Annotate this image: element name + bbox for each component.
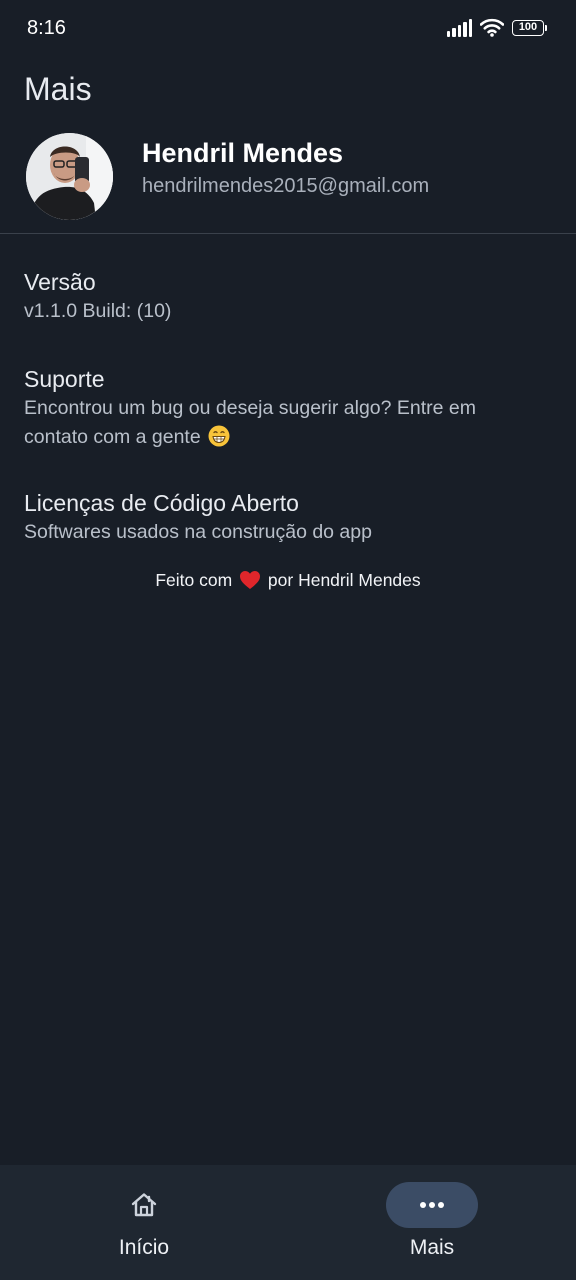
battery-icon: 100 [512, 19, 547, 36]
profile-email: hendrilmendes2015@gmail.com [142, 175, 430, 197]
home-icon [130, 1192, 158, 1218]
divider [0, 233, 576, 234]
more-screen: 8:16 100 Mais Hendril Mendes hendrilmend… [0, 0, 576, 1280]
status-time: 8:16 [27, 17, 66, 39]
avatar [26, 133, 113, 220]
avatar-photo [26, 133, 113, 220]
nav-home-label: Início [118, 1236, 170, 1259]
support-subtitle-line2: contato com a gente [24, 423, 554, 452]
version-title: Versão [24, 269, 96, 295]
more-dots-icon [419, 1201, 445, 1209]
page-title: Mais [24, 71, 92, 107]
grinning-face-icon [208, 425, 230, 447]
version-item[interactable]: Versão v1.1.0 Build: (10) [24, 267, 554, 326]
signal-icon [446, 18, 472, 37]
footer-text-after: por Hendril Mendes [267, 570, 421, 590]
licenses-item[interactable]: Licenças de Código Aberto Softwares usad… [24, 488, 554, 547]
made-with-love-note: Feito com por Hendril Mendes [0, 570, 576, 591]
nav-home[interactable]: Início [44, 1165, 244, 1280]
support-item[interactable]: Suporte Encontrou um bug ou deseja suger… [24, 364, 554, 452]
licenses-title: Licenças de Código Aberto [24, 490, 299, 516]
licenses-subtitle: Softwares usados na construção do app [24, 521, 372, 543]
wifi-icon [480, 18, 504, 37]
status-icons: 100 [446, 18, 547, 37]
support-subtitle-text: contato com a gente [24, 426, 201, 448]
support-title: Suporte [24, 366, 105, 392]
footer-text-before: Feito com [155, 570, 233, 590]
version-subtitle: v1.1.0 Build: (10) [24, 300, 172, 322]
battery-level: 100 [518, 21, 538, 33]
bottom-navigation: Início Mais [0, 1165, 576, 1280]
nav-home-indicator [86, 1182, 202, 1228]
heart-icon [239, 570, 261, 590]
profile-card: Hendril Mendes hendrilmendes2015@gmail.c… [26, 133, 556, 221]
status-bar: 8:16 100 [0, 0, 576, 58]
nav-more[interactable]: Mais [332, 1165, 532, 1280]
nav-more-active-pill [386, 1182, 478, 1228]
support-subtitle-line1: Encontrou um bug ou deseja sugerir algo?… [24, 397, 477, 419]
profile-name: Hendril Mendes [142, 138, 344, 168]
nav-more-label: Mais [409, 1236, 455, 1259]
